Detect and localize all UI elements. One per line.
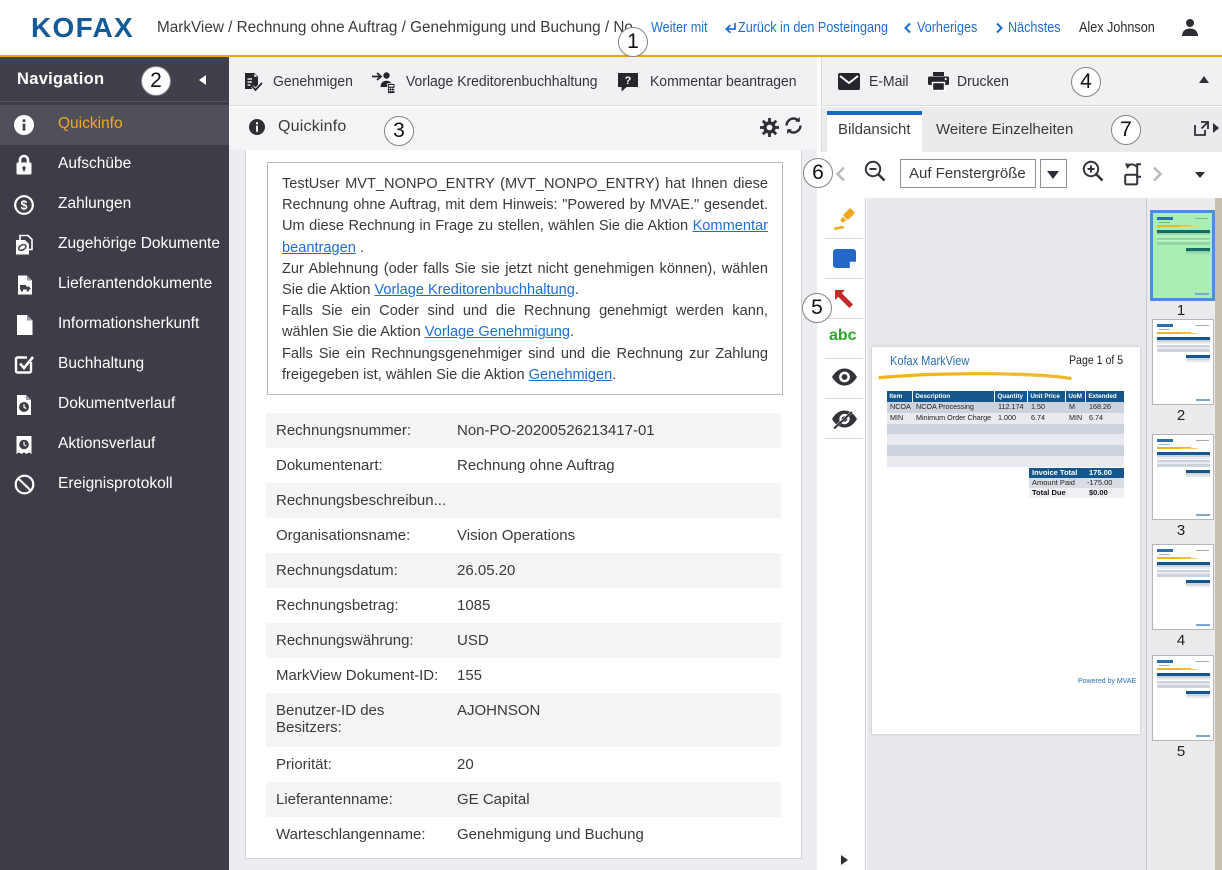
svg-text:$: $	[21, 198, 28, 212]
svg-text:?: ?	[625, 75, 632, 87]
